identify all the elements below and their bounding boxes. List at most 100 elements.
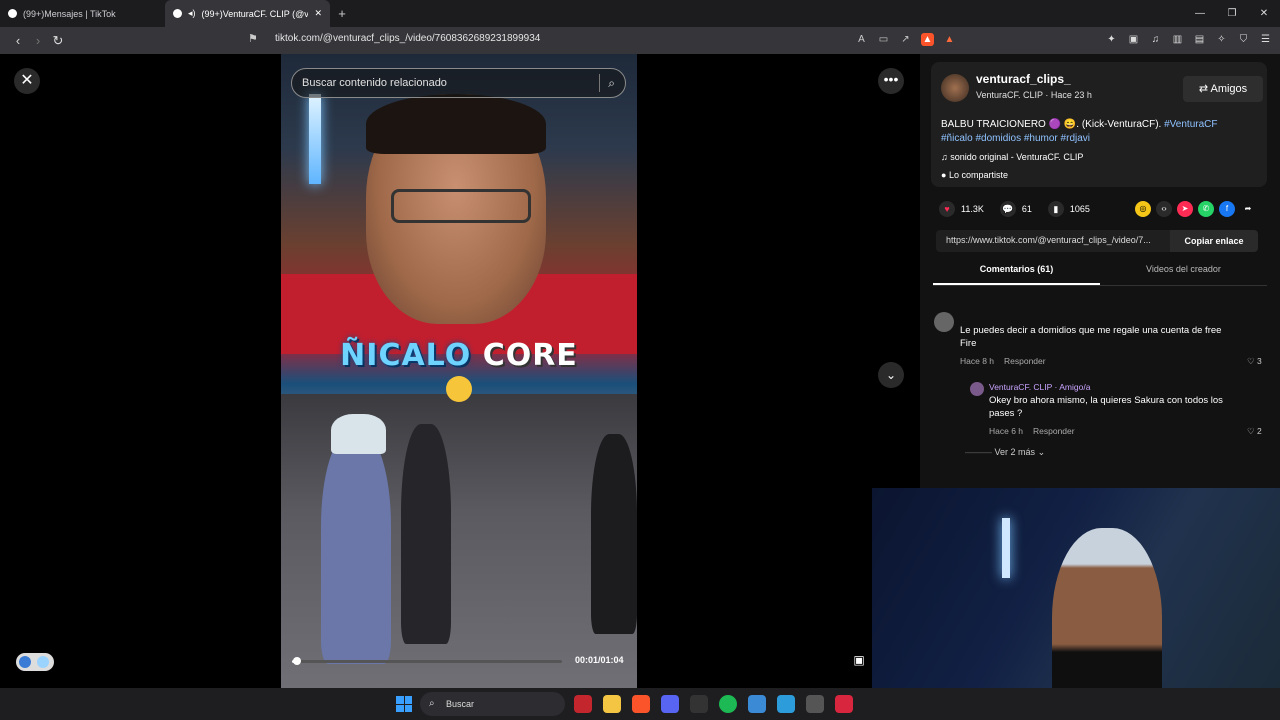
- embed-icon[interactable]: ‹›: [1156, 201, 1172, 217]
- neon-light: [309, 94, 321, 184]
- like-button[interactable]: ♥ 11.3K: [939, 201, 984, 217]
- avatar[interactable]: [970, 382, 984, 396]
- restore-icon[interactable]: ❐: [1216, 0, 1248, 27]
- copy-link-button[interactable]: Copiar enlace: [1170, 230, 1258, 252]
- hashtag[interactable]: #domidios: [975, 133, 1021, 144]
- translate-icon[interactable]: A: [855, 33, 868, 46]
- like-count: 11.3K: [961, 204, 984, 214]
- discord-icon[interactable]: [661, 695, 679, 713]
- more-replies-label: Ver 2 más: [994, 447, 1036, 457]
- share-icons: ◎ ‹› ➤ ✆ f ➦: [1135, 201, 1256, 217]
- search-icon[interactable]: ⌕: [608, 76, 615, 91]
- chevron-down-icon[interactable]: ⌄: [878, 362, 904, 388]
- progress-bar[interactable]: [292, 657, 562, 665]
- brave-shield-icon[interactable]: ▲: [921, 33, 934, 46]
- back-icon[interactable]: ‹: [8, 33, 28, 48]
- search-icon: ⌕: [429, 698, 435, 709]
- avatar[interactable]: [941, 74, 969, 102]
- tab-label: (99+)Mensajes | TikTok: [23, 8, 116, 19]
- wallet-icon[interactable]: ▣: [1127, 33, 1140, 46]
- forward-icon[interactable]: ›: [28, 33, 48, 48]
- address-bar: ‹ › ↻ ⚑ tiktok.com/@venturacf_clips_/vid…: [0, 27, 1280, 54]
- tab-creator-videos[interactable]: Videos del creador: [1100, 264, 1267, 285]
- bookmark-icon[interactable]: ⚑: [248, 32, 258, 45]
- reply-author[interactable]: VenturaCF. CLIP · Amigo/a: [989, 382, 1090, 392]
- extensions-icon[interactable]: ✦: [1105, 33, 1118, 46]
- window-controls: — ❐ ✕: [1184, 0, 1280, 27]
- autoscroll-toggle[interactable]: [16, 653, 54, 671]
- music-icon[interactable]: ♫: [1149, 33, 1162, 46]
- vpn-icon[interactable]: ⛉: [1237, 33, 1250, 46]
- menu-icon[interactable]: ☰: [1259, 33, 1272, 46]
- tab-messages[interactable]: (99+)Mensajes | TikTok: [0, 0, 165, 27]
- hashtag[interactable]: #ñicalo: [941, 133, 973, 144]
- close-tab-icon[interactable]: ✕: [314, 8, 322, 19]
- related-search-input[interactable]: Buscar contenido relacionado ⌕: [291, 68, 626, 98]
- windows-start-icon[interactable]: [396, 696, 412, 712]
- share-icon[interactable]: ↗: [899, 33, 912, 46]
- app-icon[interactable]: [835, 695, 853, 713]
- cast-icon[interactable]: ▭: [877, 33, 890, 46]
- comment-like[interactable]: ♡ 3: [1247, 356, 1262, 367]
- leo-icon[interactable]: ✧: [1215, 33, 1228, 46]
- view-more-replies[interactable]: ——— Ver 2 más ⌄: [965, 447, 1045, 458]
- friends-button[interactable]: ⇄ Amigos: [1183, 76, 1263, 102]
- taskbar-search[interactable]: ⌕ Buscar: [420, 692, 565, 716]
- chevron-down-icon: ⌄: [1037, 447, 1046, 457]
- floating-player-icon[interactable]: ▣: [850, 653, 868, 671]
- tab-video[interactable]: ◂) (99+)VenturaCF. CLIP (@ventu ✕: [165, 0, 330, 27]
- send-icon[interactable]: ➤: [1177, 201, 1193, 217]
- link-field[interactable]: https://www.tiktok.com/@venturacf_clips_…: [936, 230, 1170, 252]
- repost-icon[interactable]: ◎: [1135, 201, 1151, 217]
- reply-button[interactable]: Responder: [1004, 356, 1046, 366]
- hashtag[interactable]: #rdjavi: [1061, 133, 1090, 144]
- sidebar-icon[interactable]: ▥: [1171, 33, 1184, 46]
- save-button[interactable]: ▮ 1065: [1047, 201, 1090, 217]
- app-icon[interactable]: [777, 695, 795, 713]
- video-glasses: [391, 189, 531, 223]
- panel-tabs: Comentarios (61) Videos del creador: [933, 264, 1267, 286]
- new-tab-button[interactable]: +: [330, 6, 354, 21]
- video-player[interactable]: ÑICALO CORE: [281, 54, 637, 688]
- toggle-state-icon: [37, 656, 49, 668]
- file-explorer-icon[interactable]: [603, 695, 621, 713]
- settings-icon[interactable]: [806, 695, 824, 713]
- close-icon[interactable]: ✕: [14, 68, 40, 94]
- reply-like[interactable]: ♡ 2: [1247, 426, 1262, 437]
- reply-button[interactable]: Responder: [1033, 426, 1075, 436]
- browser-tab-bar: (99+)Mensajes | TikTok ◂) (99+)VenturaCF…: [0, 0, 1280, 27]
- avatar[interactable]: [934, 312, 954, 332]
- minimize-icon[interactable]: —: [1184, 0, 1216, 27]
- tiktok-icon: [8, 9, 17, 18]
- character-right: [591, 434, 637, 634]
- windows-taskbar: ⌕ Buscar: [0, 688, 1280, 720]
- acrobat-icon[interactable]: [574, 695, 592, 713]
- video-stage: ✕ ÑICALO CORE Buscar contenido relaciona…: [0, 54, 920, 688]
- shared-label: Lo compartiste: [948, 170, 1008, 180]
- creator-username[interactable]: venturacf_clips_: [976, 72, 1071, 86]
- swap-icon: ⇄: [1198, 83, 1209, 95]
- hashtag[interactable]: #VenturaCF: [1164, 119, 1217, 130]
- rewards-icon[interactable]: ▲: [943, 33, 956, 46]
- spotify-icon[interactable]: [719, 695, 737, 713]
- reply-time: Hace 6 h: [989, 426, 1024, 436]
- reply-text: Okey bro ahora mismo, la quieres Sakura …: [989, 395, 1223, 419]
- tab-comments[interactable]: Comentarios (61): [933, 264, 1100, 285]
- share-arrow-icon[interactable]: ➦: [1240, 201, 1256, 217]
- shared-indicator: ● Lo compartiste: [941, 170, 1008, 180]
- comment-button[interactable]: 💬 61: [999, 201, 1032, 217]
- caption-part1: ÑICALO: [340, 338, 472, 373]
- reload-icon[interactable]: ↻: [48, 33, 68, 49]
- app-icon[interactable]: [690, 695, 708, 713]
- close-window-icon[interactable]: ✕: [1248, 0, 1280, 27]
- whatsapp-icon[interactable]: ✆: [1198, 201, 1214, 217]
- hashtag[interactable]: #humor: [1024, 133, 1058, 144]
- music-link[interactable]: ♫ sonido original - VenturaCF. CLIP: [941, 152, 1083, 162]
- app-icon[interactable]: [748, 695, 766, 713]
- engagement-stats: ♥ 11.3K 💬 61 ▮ 1065: [939, 201, 1090, 217]
- more-options-icon[interactable]: •••: [878, 68, 904, 94]
- url-field[interactable]: tiktok.com/@venturacf_clips_/video/76083…: [275, 33, 540, 44]
- wallet2-icon[interactable]: ▤: [1193, 33, 1206, 46]
- brave-icon[interactable]: [632, 695, 650, 713]
- facebook-icon[interactable]: f: [1219, 201, 1235, 217]
